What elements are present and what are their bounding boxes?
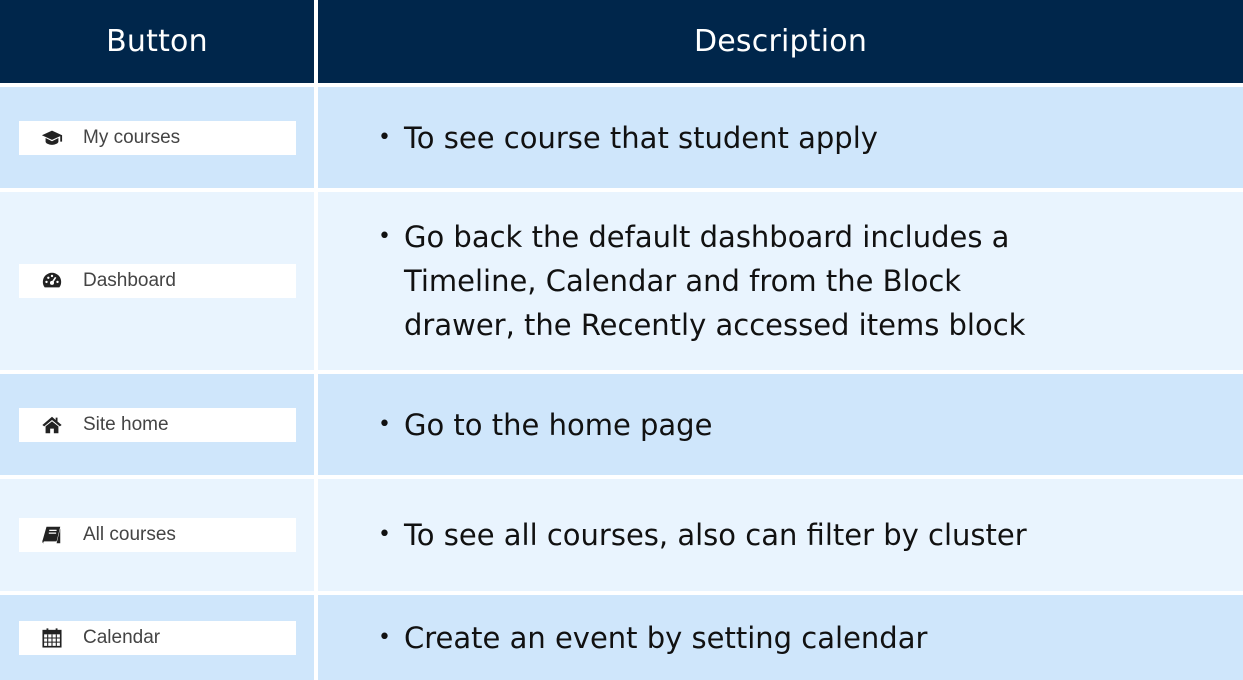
table-row: Dashboard Go back the default dashboard … bbox=[0, 192, 1243, 370]
description-cell: To see course that student apply bbox=[318, 87, 1243, 188]
calendar-icon bbox=[41, 627, 63, 649]
my-courses-button[interactable]: My courses bbox=[19, 120, 296, 155]
home-icon bbox=[41, 414, 63, 436]
description-cell: Go back the default dashboard includes a… bbox=[318, 192, 1243, 370]
header-description-column: Description bbox=[318, 0, 1243, 83]
button-cell: Site home bbox=[0, 374, 314, 475]
all-courses-button[interactable]: All courses bbox=[19, 518, 296, 552]
button-label: Calendar bbox=[83, 626, 161, 648]
description-text: Go back the default dashboard includes a… bbox=[378, 215, 1025, 347]
button-label: Site home bbox=[83, 413, 169, 435]
description-line: Go back the default dashboard includes a bbox=[404, 220, 1010, 254]
table-row: My courses To see course that student ap… bbox=[0, 87, 1243, 188]
description-cell: Create an event by setting calendar bbox=[318, 595, 1243, 680]
description-text: Create an event by setting calendar bbox=[378, 616, 927, 660]
description-cell: To see all courses, also can filter by c… bbox=[318, 479, 1243, 591]
description-cell: Go to the home page bbox=[318, 374, 1243, 475]
description-text: Go to the home page bbox=[378, 403, 712, 447]
button-label: All courses bbox=[83, 524, 176, 545]
button-label: My courses bbox=[83, 126, 181, 148]
dashboard-button[interactable]: Dashboard bbox=[19, 264, 296, 298]
button-cell: Dashboard bbox=[0, 192, 314, 370]
calendar-button[interactable]: Calendar bbox=[19, 620, 296, 655]
button-cell: My courses bbox=[0, 87, 314, 188]
description-line: drawer, the Recently accessed items bloc… bbox=[404, 308, 1026, 342]
description-text: To see course that student apply bbox=[378, 116, 878, 160]
graduation-cap-icon bbox=[41, 127, 63, 149]
description-line: Timeline, Calendar and from the Block bbox=[404, 264, 962, 298]
book-icon bbox=[41, 524, 63, 546]
description-text: To see all courses, also can filter by c… bbox=[378, 513, 1027, 557]
site-home-button[interactable]: Site home bbox=[19, 407, 296, 442]
button-cell: All courses bbox=[0, 479, 314, 591]
table-row: Site home Go to the home page bbox=[0, 374, 1243, 475]
table-row: All courses To see all courses, also can… bbox=[0, 479, 1243, 591]
header-button-column: Button bbox=[0, 0, 314, 83]
table-row: Calendar Create an event by setting cale… bbox=[0, 595, 1243, 680]
dashboard-gauge-icon bbox=[41, 270, 63, 292]
button-cell: Calendar bbox=[0, 595, 314, 680]
button-label: Dashboard bbox=[83, 270, 176, 291]
